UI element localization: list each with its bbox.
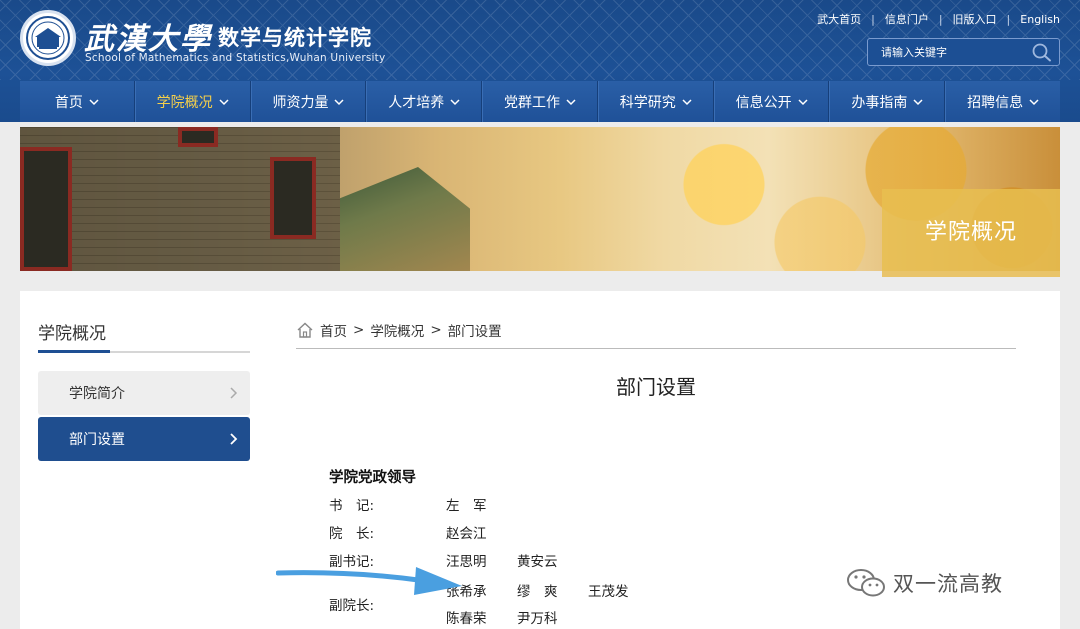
nav-item-label: 党群工作 [504,94,561,111]
sidebar-divider-accent [38,350,110,353]
banner-window [20,147,72,271]
top-link-old-version[interactable]: 旧版入口 [953,11,997,27]
nav-item-guide[interactable]: 办事指南 [829,81,946,122]
chevron-down-icon [450,98,460,105]
nav-item-label: 首页 [54,94,83,111]
nav-item-label: 招聘信息 [967,94,1024,111]
nav-item-label: 信息公开 [735,94,792,111]
banner-section-label: 学院概况 [882,189,1060,271]
top-link-separator: | [938,12,943,26]
leader-name: 赵会江 [446,526,487,542]
sidebar-item-label: 部门设置 [69,432,125,448]
wechat-icon [847,569,885,597]
main-nav: 首页 学院概况 师资力量 人才培养 党群工作 科学研究 信息公开 办事指南 招聘… [20,81,1060,122]
leader-name: 尹万科 [517,611,558,627]
chevron-down-icon [89,98,99,105]
sidebar-item-departments[interactable]: 部门设置 [38,417,250,461]
nav-item-label: 人才培养 [388,94,445,111]
annotation-arrow-icon [276,567,462,595]
nav-item-education[interactable]: 人才培养 [366,81,483,122]
leader-name: 陈春荣 [446,611,487,627]
chevron-down-icon [219,98,229,105]
school-name[interactable]: 数学与统计学院 [218,22,372,52]
chevron-down-icon [913,98,923,105]
nav-item-label: 师资力量 [272,94,329,111]
breadcrumb-current[interactable]: 部门设置 [448,320,502,340]
nav-item-research[interactable]: 科学研究 [597,81,714,122]
nav-item-home[interactable]: 首页 [20,81,135,122]
top-link-separator: | [871,12,875,26]
leader-name: 缪 爽 [517,584,558,600]
breadcrumb-home[interactable]: 首页 [320,320,347,340]
page-banner: 学院概况 [20,127,1060,271]
top-links: 武大首页 | 信息门户 | 旧版入口 | English [817,11,1060,27]
chevron-down-icon [566,98,576,105]
home-icon[interactable] [296,321,314,339]
nav-item-faculty[interactable]: 师资力量 [250,81,367,122]
top-link-whu-home[interactable]: 武大首页 [817,11,861,27]
page-title: 部门设置 [616,375,696,399]
row-label-secretary: 书 记: [329,498,375,514]
breadcrumb-divider [296,348,1016,349]
banner-window [178,127,218,147]
school-name-en: School of Mathematics and Statistics,Wuh… [85,52,386,64]
search-box [867,38,1060,66]
breadcrumb: 首页 > 学院概况 > 部门设置 [296,320,502,340]
chevron-right-icon [230,387,238,399]
banner-accent-bar [882,271,1060,277]
chevron-down-icon [334,98,344,105]
banner-label-text: 学院概况 [924,220,1017,245]
leader-name: 王茂发 [588,584,629,600]
nav-item-label: 学院概况 [156,94,213,111]
nav-item-label: 办事指南 [851,94,908,111]
breadcrumb-overview[interactable]: 学院概况 [370,320,424,340]
search-input[interactable] [868,39,1028,65]
sidebar-item-intro[interactable]: 学院简介 [38,371,250,415]
university-emblem-icon[interactable] [20,10,76,66]
chevron-down-icon [682,98,692,105]
nav-item-party[interactable]: 党群工作 [482,81,598,122]
banner-pavilion-roof [340,167,470,271]
breadcrumb-separator: > [353,322,365,338]
section-heading: 学院党政领导 [329,470,416,486]
nav-item-recruit[interactable]: 招聘信息 [945,81,1060,122]
nav-item-overview[interactable]: 学院概况 [134,81,251,122]
top-link-english[interactable]: English [1020,13,1060,26]
nav-item-label: 科学研究 [619,94,676,111]
leader-name: 左 军 [446,498,487,514]
sidebar-item-label: 学院简介 [69,386,125,402]
top-link-portal[interactable]: 信息门户 [885,11,929,27]
chevron-right-icon [230,433,238,445]
watermark-text: 双一流高教 [893,572,1003,596]
site-header: 武漢大學 数学与统计学院 School of Mathematics and S… [0,0,1080,122]
chevron-down-icon [798,98,808,105]
breadcrumb-separator: > [430,322,442,338]
banner-window [270,157,316,239]
watermark: 双一流高教 [845,566,1003,600]
sidebar-title: 学院概况 [38,324,106,344]
search-icon[interactable] [1031,42,1053,62]
chevron-down-icon [1029,98,1039,105]
leader-name: 黄安云 [517,554,558,570]
row-label-dean: 院 长: [329,526,375,542]
nav-item-info[interactable]: 信息公开 [713,81,830,122]
top-link-separator: | [1006,12,1011,26]
